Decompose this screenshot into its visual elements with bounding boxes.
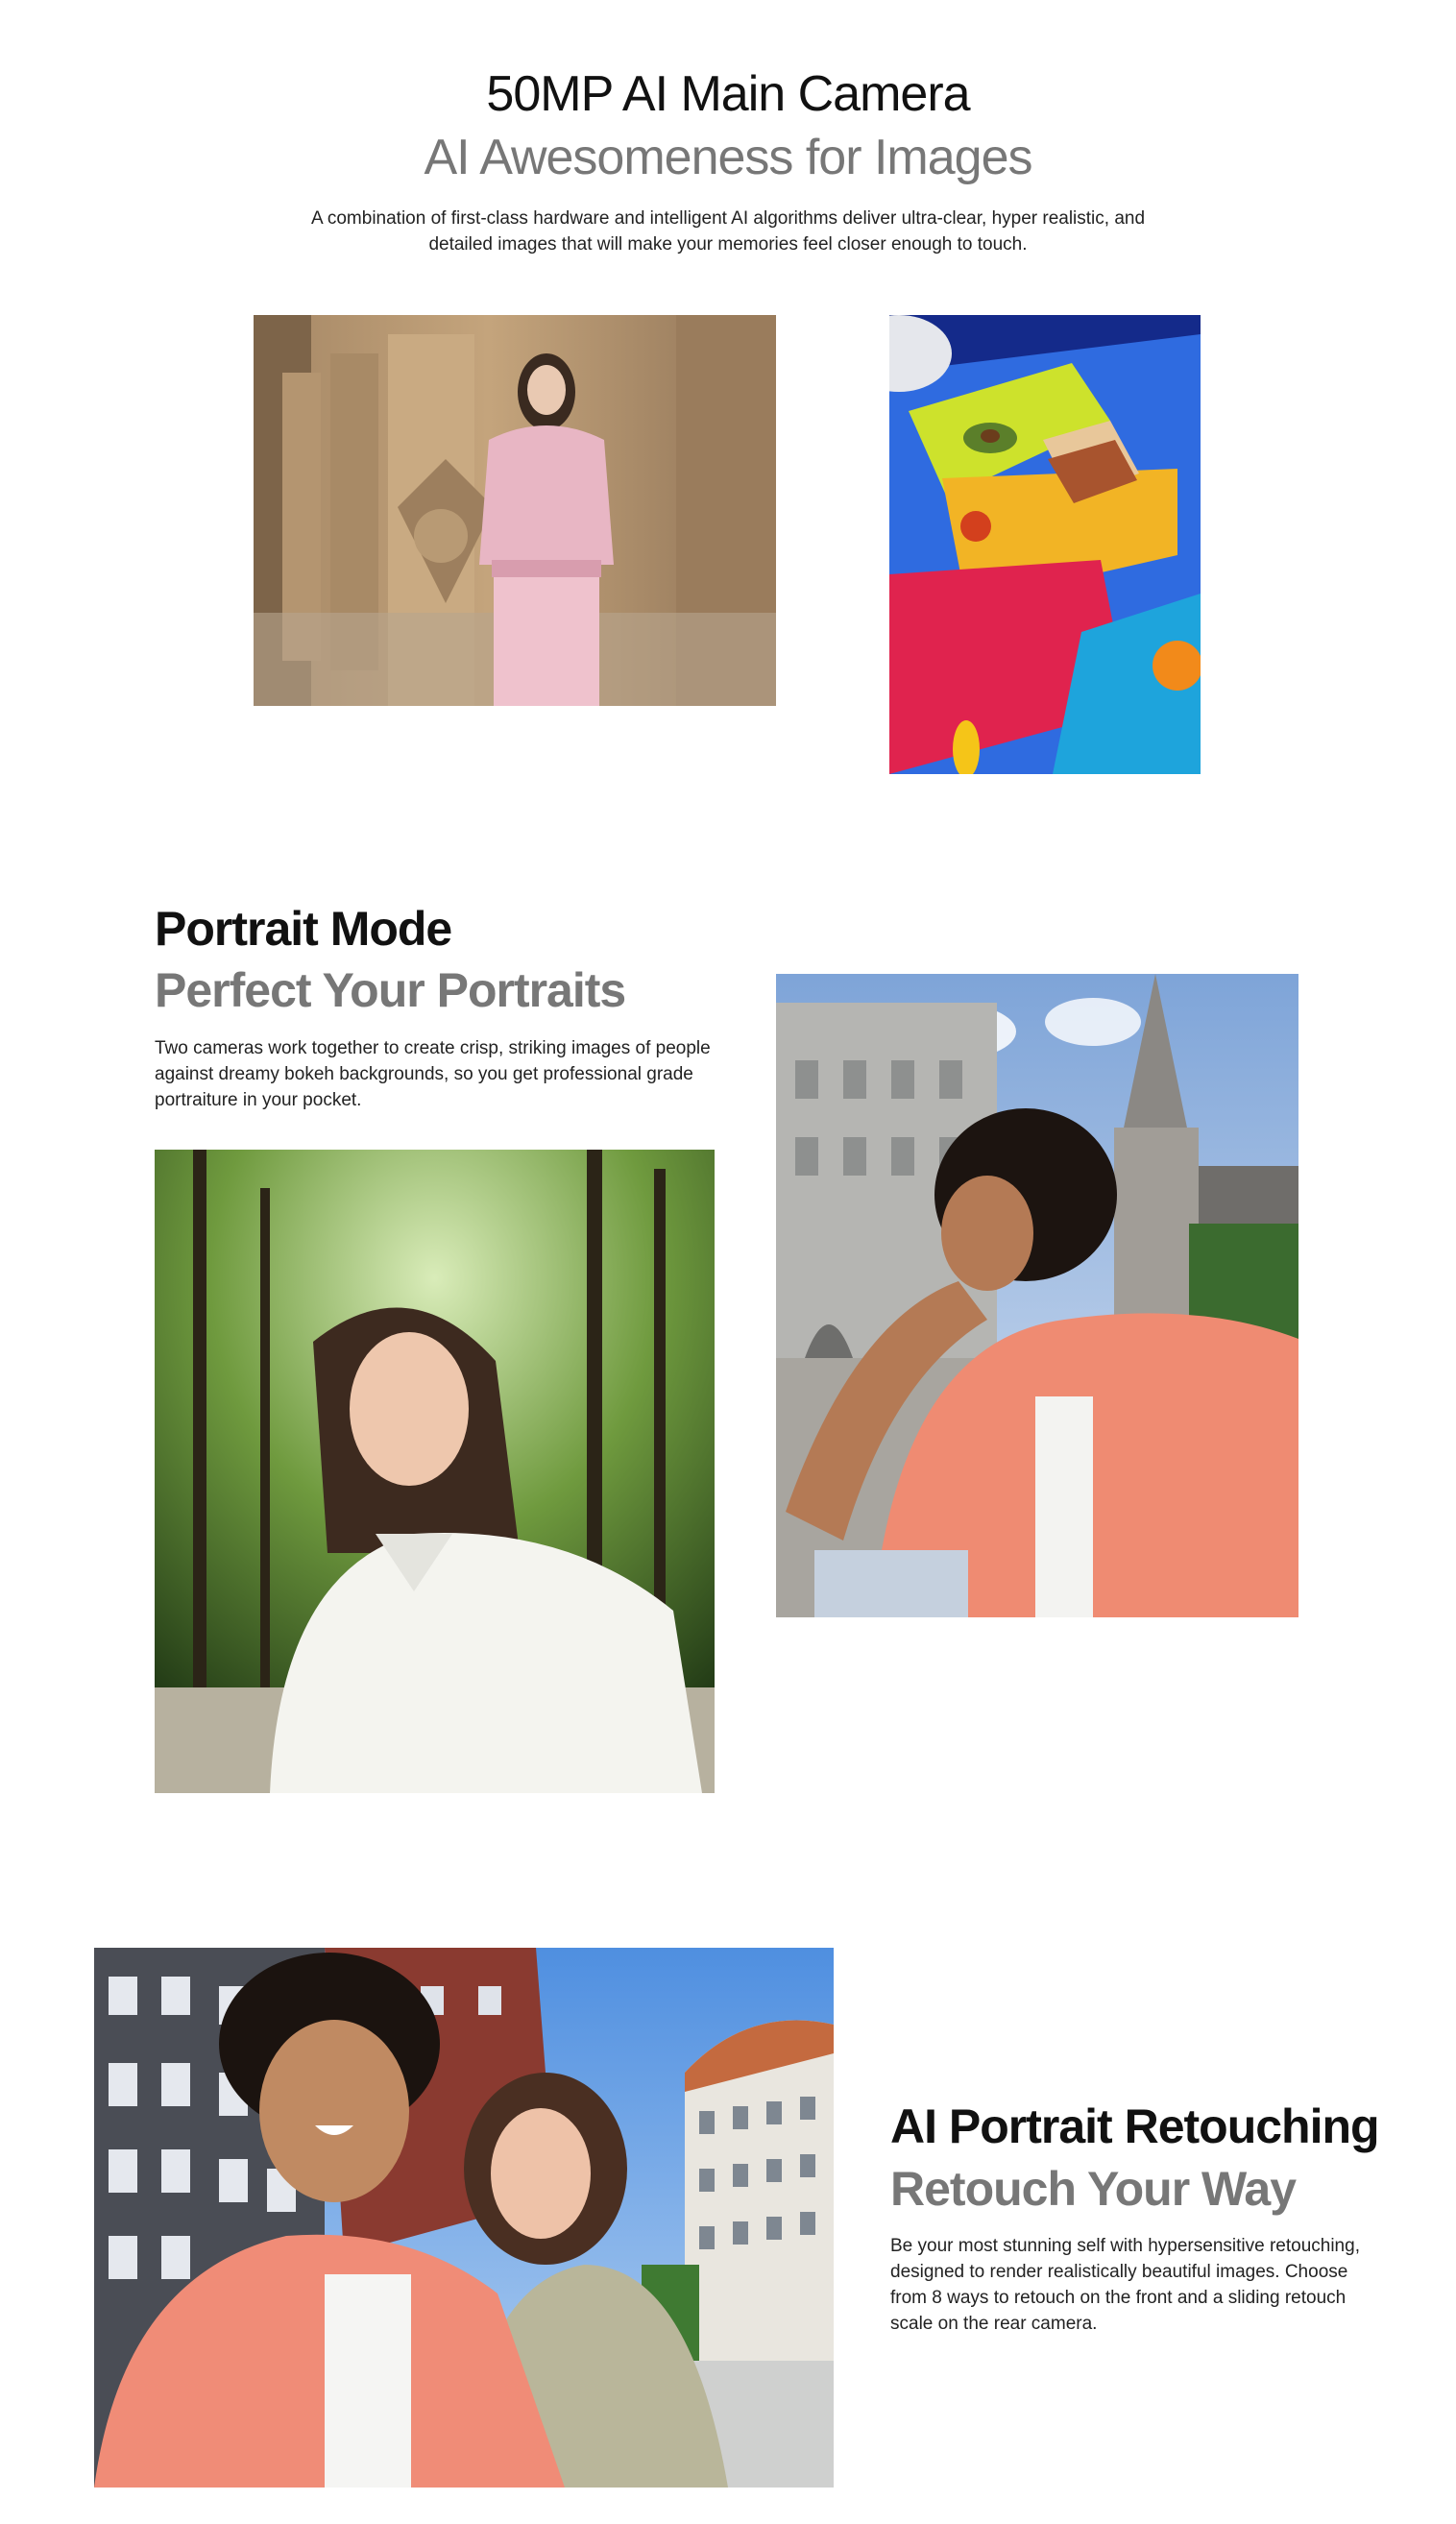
photo-cutting-boards-food	[889, 315, 1201, 774]
portrait-section-description: Two cameras work together to create cris…	[155, 1038, 711, 1110]
photo-man-curly-hair-church	[776, 974, 1298, 1617]
portrait-section-title: Portrait Mode	[155, 902, 452, 956]
camera-section-description: A combination of first-class hardware an…	[310, 208, 1146, 255]
camera-section-subtitle: AI Awesomeness for Images	[424, 130, 1032, 185]
photo-woman-pink-stone-wall	[254, 315, 776, 706]
photo-couple-selfie-city	[94, 1948, 834, 2488]
retouch-section-title: AI Portrait Retouching	[890, 2099, 1380, 2153]
photo-woman-white-shirt-forest	[155, 1150, 715, 1793]
portrait-section-subtitle: Perfect Your Portraits	[155, 963, 626, 1017]
retouch-section-subtitle: Retouch Your Way	[890, 2162, 1297, 2216]
retouch-section-description: Be your most stunning self with hypersen…	[890, 2236, 1360, 2334]
camera-section-title: 50MP AI Main Camera	[486, 66, 970, 122]
